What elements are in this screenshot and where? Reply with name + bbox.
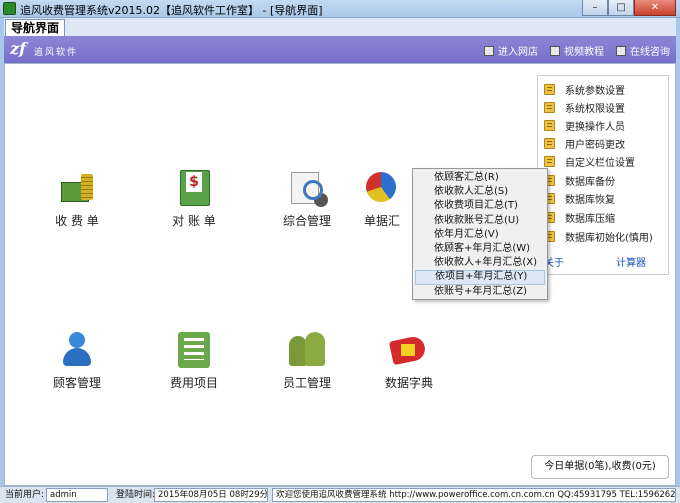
link-label: 视频教程: [564, 47, 604, 58]
minimize-button[interactable]: –: [582, 0, 608, 16]
module-general-management[interactable]: 综合管理: [262, 168, 352, 229]
settings-icon: [544, 137, 555, 149]
side-item-label: 系统参数设置: [565, 85, 625, 97]
settings-icon: [544, 83, 555, 95]
status-user-label: 当前用户:: [5, 490, 45, 500]
today-summary: 今日单据(0笔),收费(0元): [531, 455, 669, 479]
side-item-switch-operator[interactable]: 更换操作人员: [544, 117, 625, 133]
link-label: 进入网店: [498, 47, 538, 58]
banner: zf 追风软件 进入网店 视频教程 在线咨询: [4, 36, 676, 63]
calculator-link[interactable]: 计算器: [616, 254, 646, 269]
module-label: 员工管理: [282, 376, 331, 390]
menu-item-by-fee-item[interactable]: 依收费项目汇总(T): [415, 199, 545, 213]
side-item-label: 更换操作人员: [565, 121, 625, 133]
module-label: 单据汇: [364, 214, 401, 228]
side-item-label: 数据库初始化(慎用): [565, 232, 653, 244]
side-item-label: 用户密码更改: [565, 139, 625, 151]
pie-chart-icon: [364, 168, 404, 208]
cash-register-icon: [57, 168, 97, 208]
window-title: 追风收费管理系统v2015.02【追风软件工作室】 - [导航界面]: [20, 4, 323, 17]
module-staff-management[interactable]: 员工管理: [262, 330, 352, 391]
module-statement[interactable]: 对 账 单: [149, 168, 239, 229]
link-enter-store[interactable]: 进入网店: [484, 43, 538, 58]
module-document-summary[interactable]: 单据汇: [364, 168, 414, 229]
menu-item-by-account-month[interactable]: 依账号+年月汇总(Z): [415, 285, 545, 299]
module-label: 数据字典: [384, 376, 433, 390]
module-label: 收 费 单: [55, 214, 99, 228]
context-menu: 依顾客汇总(R) 依收款人汇总(S) 依收费项目汇总(T) 依收款账号汇总(U)…: [412, 168, 548, 300]
checkbox-icon: [484, 45, 494, 56]
settings-icon: [544, 119, 555, 131]
side-item-label: 自定义栏位设置: [565, 157, 635, 169]
side-item-label: 数据库压缩: [565, 213, 615, 225]
side-item-label: 数据库备份: [565, 176, 615, 188]
link-label: 在线咨询: [630, 47, 670, 58]
module-data-dictionary[interactable]: 数据字典: [364, 330, 454, 391]
menu-item-by-month[interactable]: 依年月汇总(V): [415, 228, 545, 242]
magnifier-report-icon: [287, 168, 327, 208]
staff-icon: [287, 330, 327, 370]
status-user: admin: [46, 488, 108, 502]
side-item-change-password[interactable]: 用户密码更改: [544, 135, 625, 151]
side-item-db-restore[interactable]: 数据库恢复: [544, 190, 615, 206]
settings-icon: [544, 155, 555, 167]
menu-item-by-account[interactable]: 依收款账号汇总(U): [415, 214, 545, 228]
title-bar[interactable]: 追风收费管理系统v2015.02【追风软件工作室】 - [导航界面] – □ ✕: [0, 0, 680, 18]
ledger-icon: [174, 168, 214, 208]
close-button[interactable]: ✕: [634, 0, 676, 16]
side-item-permissions[interactable]: 系统权限设置: [544, 99, 625, 115]
status-login-label: 登陆时间:: [116, 490, 156, 500]
link-video-tutorial[interactable]: 视频教程: [550, 43, 604, 58]
module-billing[interactable]: 收 费 单: [32, 168, 122, 229]
tag-icon: [389, 330, 429, 370]
tab-strip: 导航界面: [4, 18, 676, 36]
banner-links: 进入网店 视频教程 在线咨询: [484, 43, 670, 58]
side-item-label: 数据库恢复: [565, 194, 615, 206]
side-item-db-backup[interactable]: 数据库备份: [544, 172, 615, 188]
customer-icon: [57, 330, 97, 370]
list-icon: [174, 330, 214, 370]
menu-item-by-payee-month[interactable]: 依收款人+年月汇总(X): [415, 256, 545, 270]
module-label: 对 账 单: [172, 214, 216, 228]
side-item-label: 系统权限设置: [565, 103, 625, 115]
module-label: 顾客管理: [52, 376, 101, 390]
logo-icon: zf: [10, 39, 26, 58]
checkbox-icon: [550, 45, 560, 56]
window-controls: – □ ✕: [582, 0, 676, 16]
module-customer-management[interactable]: 顾客管理: [32, 330, 122, 391]
side-item-custom-fields[interactable]: 自定义栏位设置: [544, 153, 635, 169]
module-fee-items[interactable]: 费用项目: [149, 330, 239, 391]
settings-panel: 系统参数设置 系统权限设置 更换操作人员 用户密码更改 自定义栏位设置 数据库备…: [537, 75, 669, 275]
checkbox-icon: [616, 45, 626, 56]
app-icon: [3, 2, 16, 15]
status-message: 欢迎您使用追风收费管理系统 http://www.poweroffice.com…: [272, 488, 676, 502]
main-panel: 收 费 单 对 账 单 综合管理 单据汇 顾客管理 费用项目 员工管理 数据字典…: [4, 63, 676, 486]
menu-item-by-customer[interactable]: 依顾客汇总(R): [415, 171, 545, 185]
menu-item-by-customer-month[interactable]: 依顾客+年月汇总(W): [415, 242, 545, 256]
status-bar: 当前用户: admin 登陆时间: 2015年08月05日 08时29分14秒 …: [0, 486, 680, 503]
side-item-system-params[interactable]: 系统参数设置: [544, 81, 625, 97]
link-online-consult[interactable]: 在线咨询: [616, 43, 670, 58]
side-item-db-init[interactable]: 数据库初始化(慎用): [544, 228, 653, 244]
menu-item-by-item-month[interactable]: 依项目+年月汇总(Y): [415, 270, 545, 285]
tab-navigation[interactable]: 导航界面: [5, 19, 66, 36]
menu-item-by-payee[interactable]: 依收款人汇总(S): [415, 185, 545, 199]
logo-text: 追风软件: [34, 48, 79, 58]
side-item-db-compress[interactable]: 数据库压缩: [544, 209, 615, 225]
module-label: 综合管理: [282, 214, 331, 228]
status-login-time: 2015年08月05日 08时29分14秒: [154, 488, 268, 502]
maximize-button[interactable]: □: [608, 0, 634, 16]
module-label: 费用项目: [169, 376, 218, 390]
settings-icon: [544, 101, 555, 113]
